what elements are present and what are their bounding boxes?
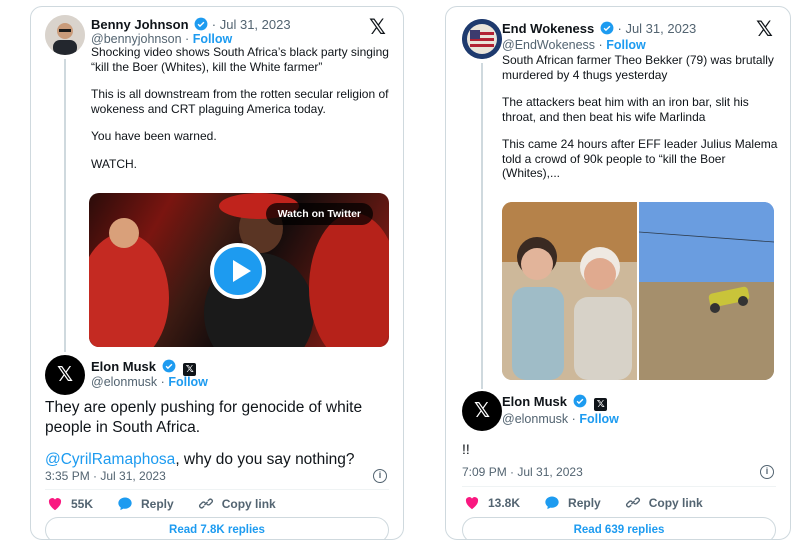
info-icon[interactable]: i xyxy=(760,465,774,479)
reply-label: Reply xyxy=(568,495,601,510)
avatar-elon-musk[interactable]: 𝕏 xyxy=(462,391,502,431)
like-button[interactable]: 55K xyxy=(47,496,93,511)
separator-dot: · xyxy=(185,32,190,46)
verified-badge-icon xyxy=(600,21,614,35)
quoted-handle[interactable]: @bennyjohnson xyxy=(91,32,182,46)
reply-text: They are openly pushing for genocide of … xyxy=(45,398,385,470)
reply-text: !! xyxy=(462,441,470,457)
couple-illustration xyxy=(502,202,637,380)
quoted-tweet-text: Shocking video shows South Africa’s blac… xyxy=(91,45,391,184)
verified-badge-icon xyxy=(162,359,176,373)
quoted-date[interactable]: Jul 31, 2023 xyxy=(220,17,291,32)
separator-dot: · xyxy=(617,21,622,36)
divider xyxy=(45,489,389,490)
reply-button[interactable]: Reply xyxy=(544,495,601,510)
x-affiliation-icon: 𝕏 xyxy=(594,398,608,411)
like-count: 55K xyxy=(71,496,94,511)
separator-dot: · xyxy=(598,38,603,52)
embedded-video[interactable]: Watch on Twitter xyxy=(89,193,389,347)
follow-button[interactable]: Follow xyxy=(579,412,619,426)
reply-timestamp[interactable]: 3:35 PM · Jul 31, 2023 xyxy=(45,469,166,483)
thread-connector-line xyxy=(481,63,483,389)
action-bar: 55K Reply Copy link xyxy=(47,496,300,511)
quoted-handle[interactable]: @EndWokeness xyxy=(502,38,595,52)
reply-author-name[interactable]: Elon Musk xyxy=(91,359,156,374)
quoted-paragraph: WATCH. xyxy=(91,156,137,171)
reply-text-line: They are openly pushing for genocide of … xyxy=(45,399,363,436)
reply-author-name[interactable]: Elon Musk xyxy=(502,394,567,409)
x-avatar-icon: 𝕏 xyxy=(56,364,74,386)
quoted-paragraph: Shocking video shows South Africa’s blac… xyxy=(91,45,389,74)
avatar-benny-johnson[interactable] xyxy=(45,15,85,55)
tweet-card-left: Benny Johnson · Jul 31, 2023 𝕏 @bennyjoh… xyxy=(30,6,404,540)
quoted-paragraph: You have been warned. xyxy=(91,129,217,143)
link-icon xyxy=(625,497,640,508)
reply-button[interactable]: Reply xyxy=(117,496,174,511)
reply-text-mention-line: @CyrilRamaphosa, why do you say nothing? xyxy=(45,450,385,470)
reply-bubble-icon xyxy=(545,496,559,510)
video-figure xyxy=(89,233,169,347)
video-figure xyxy=(109,218,139,248)
tweet-card-right: End Wokeness · Jul 31, 2023 𝕏 @EndWokene… xyxy=(445,6,791,540)
quoted-author-line: End Wokeness · Jul 31, 2023 xyxy=(502,21,696,37)
reply-text-tail: , why do you say nothing? xyxy=(175,451,355,468)
quoted-paragraph: The attackers beat him with an iron bar,… xyxy=(502,95,749,124)
quoted-author-name[interactable]: Benny Johnson xyxy=(91,17,189,32)
action-bar: 13.8K Reply Copy link xyxy=(464,495,727,510)
x-logo-icon[interactable]: 𝕏 xyxy=(756,19,773,40)
reply-author-line: Elon Musk 𝕏 xyxy=(502,394,608,411)
quoted-tweet-text: South African farmer Theo Bekker (79) wa… xyxy=(502,53,782,194)
copy-link-label: Copy link xyxy=(648,495,703,510)
divider xyxy=(462,486,776,487)
follow-button[interactable]: Follow xyxy=(193,32,233,46)
reply-handle[interactable]: @elonmusk xyxy=(91,375,157,389)
copy-link-button[interactable]: Copy link xyxy=(198,496,276,511)
mention-link[interactable]: @CyrilRamaphosa xyxy=(45,451,175,468)
benny-johnson-photo xyxy=(45,15,85,55)
verified-badge-icon xyxy=(573,394,587,408)
x-avatar-icon: 𝕏 xyxy=(473,400,491,422)
avatar-elon-musk[interactable]: 𝕏 xyxy=(45,355,85,395)
play-button-icon[interactable] xyxy=(210,243,266,299)
end-wokeness-logo xyxy=(462,19,502,59)
like-button[interactable]: 13.8K xyxy=(464,495,520,510)
separator-dot: · xyxy=(211,17,217,32)
info-icon[interactable]: i xyxy=(373,469,387,483)
like-count: 13.8K xyxy=(488,495,521,510)
quoted-date[interactable]: Jul 31, 2023 xyxy=(625,21,696,36)
reply-handle-line: @elonmusk · Follow xyxy=(91,374,208,390)
thread-connector-line xyxy=(64,59,66,352)
copy-link-button[interactable]: Copy link xyxy=(625,495,703,510)
link-icon xyxy=(198,498,213,509)
field-illustration xyxy=(638,202,774,380)
quoted-handle-line: @EndWokeness · Follow xyxy=(502,37,646,53)
reply-handle[interactable]: @elonmusk xyxy=(502,412,568,426)
watch-on-twitter-pill[interactable]: Watch on Twitter xyxy=(265,203,373,225)
heart-icon xyxy=(465,497,479,510)
read-replies-button[interactable]: Read 639 replies xyxy=(462,517,776,539)
quoted-paragraph: This came 24 hours after EFF leader Juli… xyxy=(502,137,778,180)
separator-dot: · xyxy=(160,375,165,389)
photo-couple[interactable] xyxy=(502,202,637,380)
quoted-author-name[interactable]: End Wokeness xyxy=(502,21,594,36)
quoted-paragraph: South African farmer Theo Bekker (79) wa… xyxy=(502,53,774,82)
video-figure xyxy=(309,213,389,347)
quoted-paragraph: This is all downstream from the rotten s… xyxy=(91,87,389,116)
copy-link-label: Copy link xyxy=(221,496,276,511)
separator-dot: · xyxy=(571,412,576,426)
photo-overturned-car[interactable] xyxy=(638,202,774,380)
photo-grid[interactable] xyxy=(502,202,774,380)
reply-bubble-icon xyxy=(118,497,132,511)
reply-label: Reply xyxy=(141,496,174,511)
reply-timestamp[interactable]: 7:09 PM · Jul 31, 2023 xyxy=(462,465,583,479)
avatar-end-wokeness[interactable] xyxy=(462,19,502,59)
verified-badge-icon xyxy=(194,17,208,31)
heart-icon xyxy=(48,498,62,511)
read-replies-button[interactable]: Read 7.8K replies xyxy=(45,517,389,539)
follow-button[interactable]: Follow xyxy=(168,375,208,389)
follow-button[interactable]: Follow xyxy=(606,38,646,52)
reply-handle-line: @elonmusk · Follow xyxy=(502,411,619,427)
x-logo-icon[interactable]: 𝕏 xyxy=(369,17,386,38)
